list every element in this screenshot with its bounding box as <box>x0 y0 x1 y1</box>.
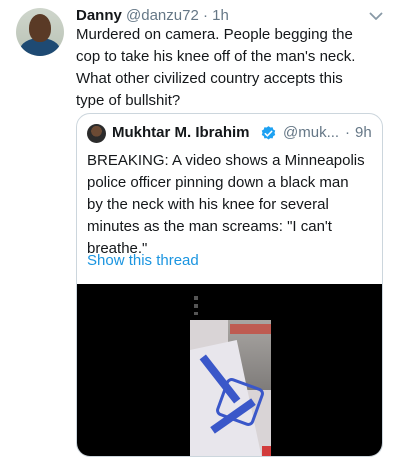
quoted-text-line: BREAKING: A video shows a Minneapolis <box>87 152 365 169</box>
author-name[interactable]: Danny <box>76 7 122 24</box>
quoted-text-line: police officer pinning down a black man <box>87 174 349 191</box>
quoted-text-line: by the neck with his knee for several <box>87 196 329 213</box>
video-frame <box>190 320 271 456</box>
show-thread-link[interactable]: Show this thread <box>87 250 199 272</box>
quoted-text-line: minutes as the man screams: "I can't <box>87 218 332 235</box>
chevron-down-icon[interactable] <box>367 7 385 25</box>
author-handle[interactable]: @danzu72 <box>126 7 199 24</box>
quoted-tweet-text: BREAKING: A video shows a Minneapolis po… <box>87 150 377 260</box>
quoted-author-name: Mukhtar M. Ibrahim <box>112 124 250 141</box>
quoted-tweet-time: 9h <box>355 124 372 141</box>
tweet-text-line: type of bullshit? <box>76 92 181 109</box>
phone-status-bar <box>190 288 271 316</box>
separator-dot: · <box>202 7 208 24</box>
tweet-header: Danny @danzu72 · 1h <box>76 6 229 26</box>
video-player[interactable] <box>77 284 382 456</box>
quoted-author-avatar <box>87 124 106 143</box>
tweet-text-line: What other civilized country accepts thi… <box>76 70 343 87</box>
quoted-tweet[interactable]: Mukhtar M. Ibrahim @muk... · 9h BREAKING… <box>76 113 383 457</box>
tweet-text: Murdered on camera. People begging the c… <box>76 24 386 112</box>
verified-badge-icon <box>260 125 277 142</box>
avatar-face <box>29 14 51 42</box>
tweet-time[interactable]: 1h <box>212 7 229 24</box>
tweet-text-line: Murdered on camera. People begging the <box>76 26 353 43</box>
tweet[interactable]: Danny @danzu72 · 1h Murdered on camera. … <box>0 0 400 461</box>
tweet-text-line: cop to take his knee off of the man's ne… <box>76 48 356 65</box>
quoted-author-handle: @muk... <box>283 124 340 141</box>
author-avatar[interactable] <box>16 8 64 56</box>
separator-dot: · <box>345 124 350 141</box>
